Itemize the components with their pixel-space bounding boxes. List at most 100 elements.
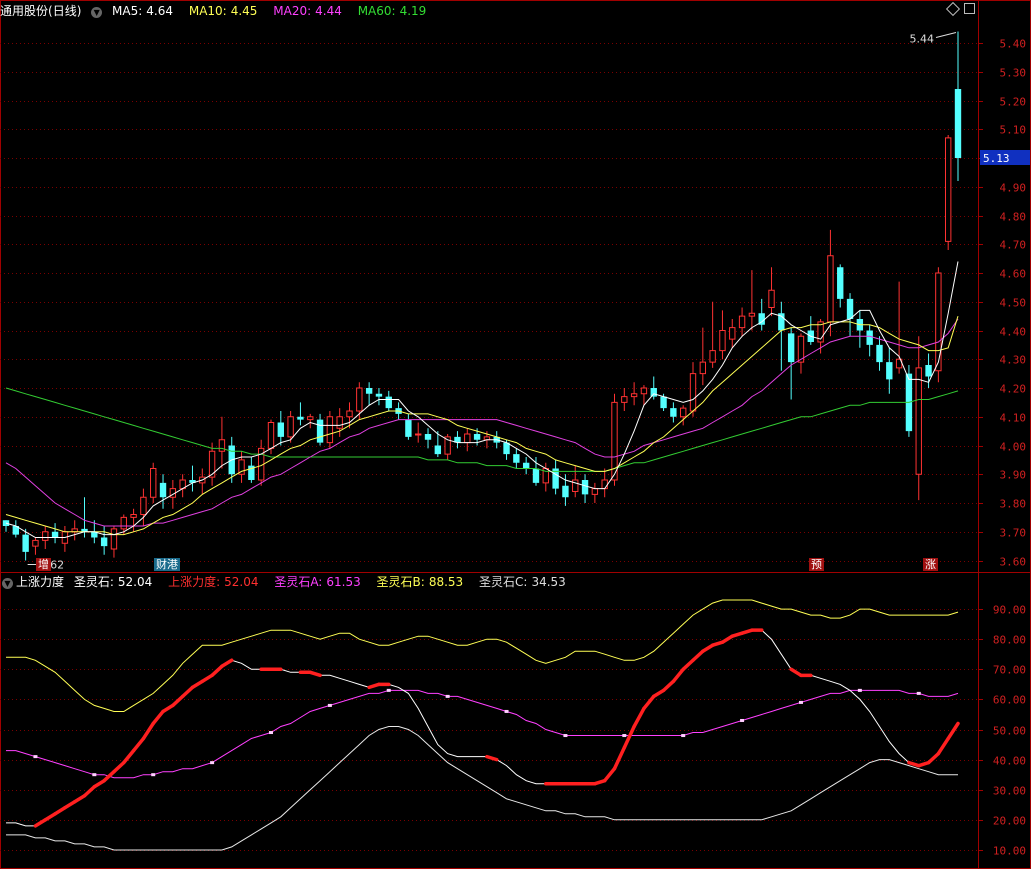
marker-yu[interactable]: 预 — [809, 558, 824, 571]
price-tick-label: 4.90 — [1000, 182, 1027, 195]
price-tick-label: 3.90 — [1000, 469, 1027, 482]
indicator-tick-label: 20.00 — [993, 815, 1026, 828]
ma60-line — [5, 387, 959, 472]
szld-segment — [632, 706, 646, 729]
candle-body-up — [748, 312, 756, 317]
candle-body-up — [699, 361, 707, 375]
indicator-tick-label: 60.00 — [993, 694, 1026, 707]
period-label: (日线) — [48, 4, 82, 18]
candle-body-down — [954, 89, 962, 158]
ma5-label: MA5: — [112, 4, 143, 18]
candle-body-up — [140, 496, 147, 515]
candle-body-up — [287, 416, 294, 438]
sgs-a-marker — [445, 694, 450, 698]
marker-caigang[interactable]: 财港 — [154, 558, 180, 571]
candle-body-up — [719, 330, 726, 352]
indicator-panel-header: ▼ 上涨力度 圣灵石: 52.04 上涨力度: 52.04 圣灵石A: 61.53 圣灵… — [0, 573, 578, 591]
ma60-value: 4.19 — [399, 4, 427, 18]
candle-body-up — [709, 350, 716, 363]
window-toggle-icon[interactable] — [964, 3, 975, 14]
sgs-c-legend: 圣灵石C: 34.53 — [479, 575, 572, 589]
ma60-legend: MA60: 4.19 — [358, 4, 433, 18]
candle-body-up — [572, 479, 579, 492]
candle-body-down — [522, 462, 530, 469]
price-tick-label: 3.70 — [1000, 527, 1027, 540]
szld-segment — [171, 694, 185, 708]
sgs-a-label: 圣灵石A: — [274, 575, 323, 589]
candle-body-down — [581, 480, 589, 495]
price-tick-label: 4.30 — [1000, 354, 1027, 367]
chart-frame — [0, 0, 1031, 869]
sgs-a-marker — [268, 731, 273, 735]
candle-body-up — [915, 367, 922, 475]
candle-body-up — [346, 410, 353, 418]
szld-segment — [485, 754, 499, 762]
ma20-value: 4.44 — [315, 4, 342, 18]
stock-chart-canvas[interactable]: 3.60 3.70 3.80 3.90 4.00 4.10 4.20 4.30 4.40 4.50… — [0, 0, 1031, 869]
candle-body-up — [621, 396, 628, 403]
indicator-tick-label: 50.00 — [993, 725, 1026, 738]
price-tick-label: 5.10 — [1000, 124, 1027, 137]
sgs-legend: 圣灵石: 52.04 — [74, 575, 158, 589]
candle-body-up — [768, 289, 775, 308]
price-tick-label: 5.40 — [1000, 38, 1027, 51]
candle-body-up — [267, 422, 275, 449]
szld-legend: 上涨力度: 52.04 — [168, 575, 264, 589]
candle-body-up — [689, 373, 697, 412]
candle-body-down — [866, 330, 873, 345]
sgs-a-marker — [92, 773, 97, 777]
marker-zhang[interactable]: 涨 — [923, 558, 938, 571]
szld-segment — [308, 670, 322, 678]
candle-body-down — [316, 419, 324, 443]
szld-segment — [671, 667, 685, 684]
sgs-a-marker — [798, 700, 803, 704]
szld-segment — [220, 658, 234, 669]
indicator-name[interactable]: 上涨力度 — [16, 575, 64, 589]
candle-body-up — [307, 416, 314, 421]
collapse-icon[interactable]: ▼ — [2, 578, 13, 589]
sgs-a-marker — [622, 734, 627, 738]
szld-label: 上涨力度: — [168, 575, 221, 589]
candle-body-up — [120, 516, 127, 530]
szld-segment — [612, 745, 627, 771]
szld-segment — [661, 679, 676, 693]
indicator-tick-label: 40.00 — [993, 755, 1026, 768]
szld-segment — [141, 721, 155, 741]
szld-segment — [691, 649, 705, 663]
szld-segment — [926, 751, 941, 765]
candle-body-down — [513, 454, 520, 463]
sgs-a-marker — [504, 709, 509, 713]
ma5-value: 4.64 — [146, 4, 174, 18]
marker-zeng[interactable]: 增 — [36, 558, 51, 571]
sgs-b-value: 88.53 — [428, 575, 464, 589]
candle-body-down — [562, 485, 569, 498]
price-tick-label: 3.80 — [1000, 498, 1027, 511]
sgs-c-line — [6, 726, 958, 851]
candle-body-up — [32, 539, 39, 547]
sgs-a-marker — [857, 688, 862, 692]
ma10-legend: MA10: 4.45 — [189, 4, 264, 18]
price-tick-label: 5.30 — [1000, 67, 1027, 80]
candle-body-down — [532, 468, 540, 483]
current-price-text: 5.13 — [983, 152, 1010, 165]
szld-segment — [936, 736, 950, 756]
candle-body-up — [150, 468, 157, 498]
ma5-legend: MA5: 4.64 — [112, 4, 179, 18]
candle-body-down — [837, 267, 844, 299]
dropdown-icon[interactable]: ▼ — [91, 7, 103, 18]
candle-body-down — [385, 396, 392, 409]
candle-body-up — [464, 433, 471, 444]
szld-segment — [112, 760, 126, 774]
candle-body-up — [738, 315, 746, 329]
candle-body-up — [110, 528, 118, 550]
candle-body-down — [434, 445, 442, 455]
candle-body-up — [827, 255, 834, 323]
sgs-a-marker — [916, 691, 921, 695]
candle-body-up — [356, 387, 363, 412]
szld-segment — [131, 736, 146, 753]
candle-body-down — [886, 362, 893, 380]
sgs-label: 圣灵石: — [73, 575, 114, 589]
indicator-tick-label: 30.00 — [993, 785, 1026, 798]
ma10-line — [5, 315, 959, 536]
candle-body-up — [130, 514, 137, 518]
